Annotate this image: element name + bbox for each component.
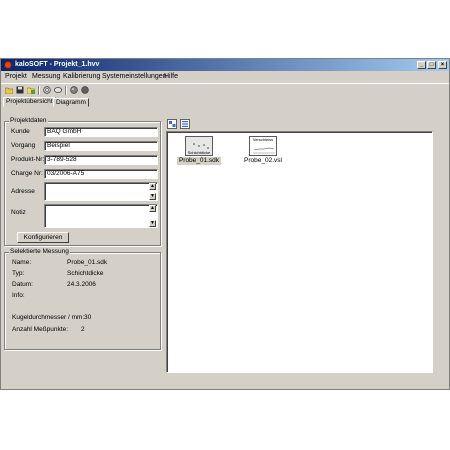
name-label: Name: [12, 259, 32, 266]
notiz-label: Notiz [11, 209, 26, 216]
folder-icon[interactable] [26, 85, 36, 95]
window-title: kaloSOFT - Projekt_1.hvv [15, 61, 100, 68]
notiz-textarea[interactable]: ▲ ▼ [44, 204, 158, 228]
wear-chart-icon: Verschleiss [249, 136, 277, 156]
scroll-down-icon[interactable]: ▼ [149, 220, 156, 227]
vorgang-label: Vorgang [11, 142, 36, 149]
produkt-nr-field[interactable]: 3-789-528 [44, 155, 158, 165]
menu-messung[interactable]: Messung [32, 73, 60, 81]
toolbar-separator [65, 86, 67, 95]
name-value: Probe_01.sdk [67, 259, 108, 266]
file-name: Probe_02.vsl [244, 157, 282, 164]
typ-value: Schichtdicke [67, 270, 104, 277]
charge-nr-field[interactable]: 03/2006-A75 [44, 169, 158, 179]
file-name: Probe_01.sdk [177, 157, 221, 165]
tab-strip: Projektübersicht Diagramm [1, 97, 449, 107]
app-icon [4, 61, 12, 69]
circle-outline-icon[interactable] [42, 85, 52, 95]
kugeldurchmesser-value: 30 [84, 314, 92, 321]
toolbar [1, 83, 449, 96]
menu-kalibrierung[interactable]: Kalibrierung [63, 73, 100, 81]
measurement-file-list[interactable]: Schichtdicke Probe_01.sdk Verschleiss Pr… [166, 131, 433, 373]
details-view-icon[interactable] [180, 119, 190, 129]
datum-label: Datum: [12, 281, 33, 288]
info-label: Info: [12, 292, 25, 299]
kunde-field[interactable]: BAQ GmbH [44, 127, 158, 137]
adresse-label: Adresse [11, 188, 35, 195]
file-caption: Schichtdicke [187, 150, 211, 155]
file-item-probe-02[interactable]: Verschleiss Probe_02.vsl [241, 136, 285, 165]
datum-value: 24.3.2006 [67, 281, 96, 288]
anzahl-messpunkte-label: Anzahl Meßpunkte: [12, 326, 69, 333]
thickness-chart-icon: Schichtdicke [185, 136, 213, 156]
vorgang-field[interactable]: Beispiel [44, 141, 158, 151]
adresse-textarea[interactable]: ▲ ▼ [44, 182, 158, 201]
menu-projekt[interactable]: Projekt [5, 73, 27, 81]
scroll-up-icon[interactable]: ▲ [149, 183, 156, 190]
large-icons-view-icon[interactable] [167, 119, 177, 129]
projektdaten-legend: Projektdaten [9, 117, 48, 125]
scroll-down-icon[interactable]: ▼ [149, 193, 156, 200]
menu-hilfe[interactable]: Hilfe [164, 73, 178, 81]
anzahl-messpunkte-value: 2 [81, 326, 85, 333]
title-bar[interactable]: kaloSOFT - Projekt_1.hvv _ □ × [1, 59, 449, 71]
selektierte-messung-legend: Selektierte Messung [9, 248, 70, 256]
maximize-button[interactable]: □ [427, 61, 436, 69]
scroll-up-icon[interactable]: ▲ [149, 205, 156, 212]
app-window: kaloSOFT - Projekt_1.hvv _ □ × Projekt M… [0, 58, 450, 390]
menu-bar: Projekt Messung Kalibrierung Systemeinst… [1, 72, 449, 82]
sphere-filled-icon[interactable] [80, 85, 90, 95]
selektierte-messung-group: Selektierte Messung Name: Probe_01.sdk T… [4, 248, 161, 350]
open-folder-icon[interactable] [4, 85, 14, 95]
kugeldurchmesser-label: Kugeldurchmesser / mm: [12, 314, 85, 321]
projektdaten-group: Projektdaten Kunde BAQ GmbH Vorgang Beis… [4, 117, 161, 246]
konfigurieren-button[interactable]: Konfigurieren [17, 232, 69, 243]
minimize-button[interactable]: _ [417, 61, 426, 69]
produkt-nr-label: Produkt-Nr: [11, 156, 45, 163]
tab-diagramm[interactable]: Diagramm [53, 98, 89, 107]
save-icon[interactable] [15, 85, 25, 95]
toolbar-separator [38, 86, 40, 95]
typ-label: Typ: [12, 270, 25, 277]
tab-projektuebersicht[interactable]: Projektübersicht [3, 97, 56, 107]
file-item-probe-01[interactable]: Schichtdicke Probe_01.sdk [177, 136, 221, 165]
sphere-icon[interactable] [69, 85, 79, 95]
ellipse-outline-icon[interactable] [53, 85, 63, 95]
kunde-label: Kunde [11, 128, 30, 135]
close-button[interactable]: × [438, 61, 447, 69]
charge-nr-label: Charge Nr: [11, 170, 43, 177]
menu-systemeinstellungen[interactable]: Systemeinstellungen [102, 73, 167, 81]
